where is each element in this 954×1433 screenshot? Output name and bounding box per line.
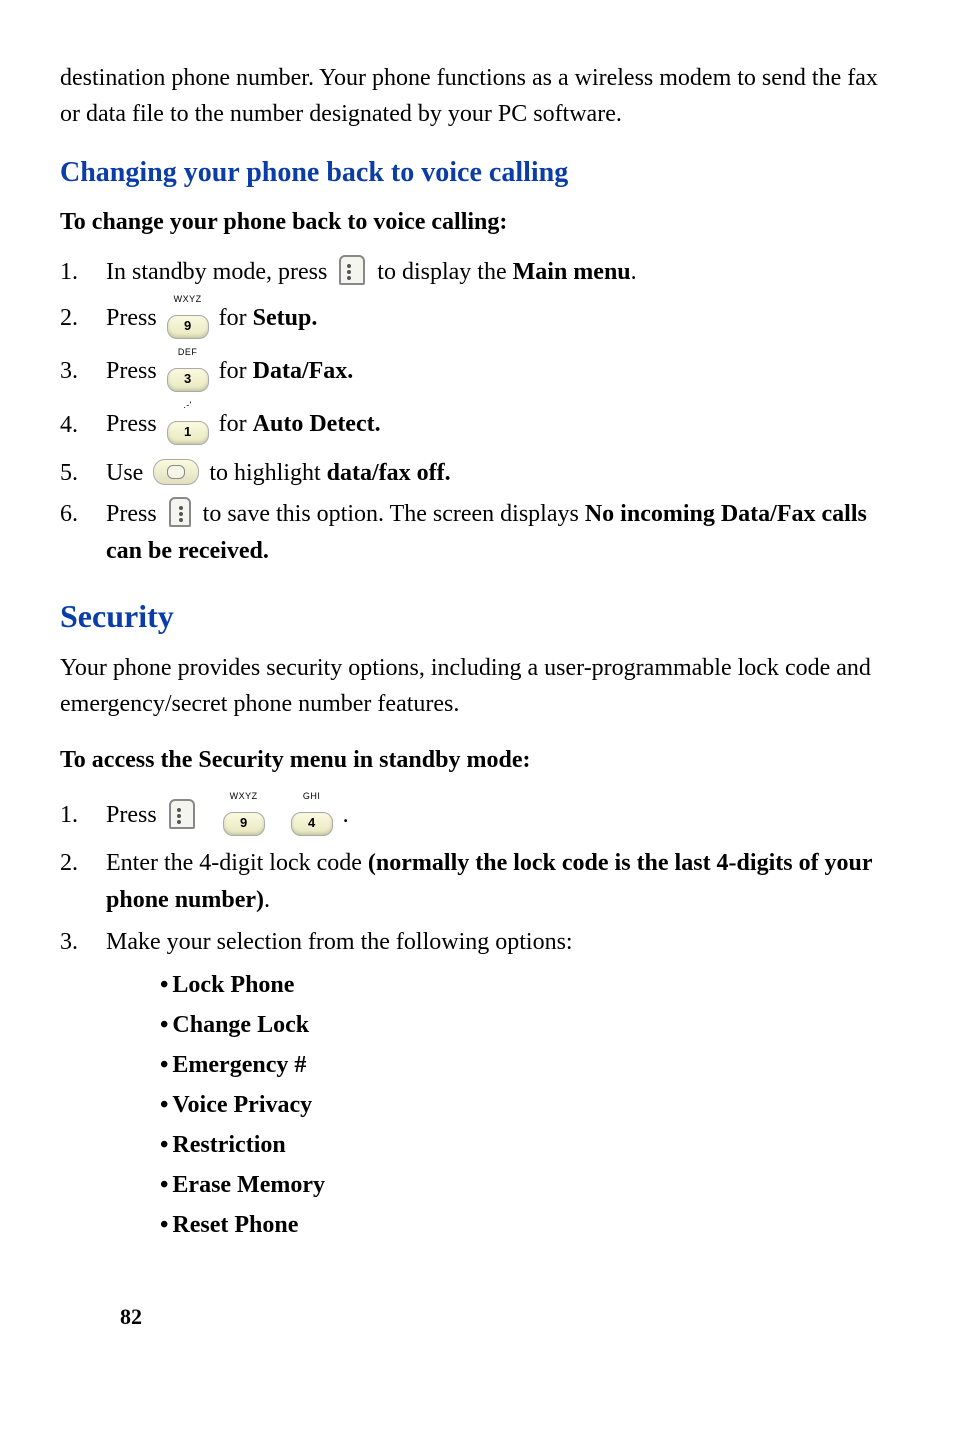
key-label: 1 [167, 421, 209, 445]
step-body: Press WXYZ 9 for Setup. [106, 295, 894, 344]
step-body: Use to highlight data/fax off. [106, 455, 894, 492]
text: Press [106, 501, 163, 527]
step-body: Press DEF 3 for Data/Fax. [106, 348, 894, 397]
sec-step-1: 1. Press WXYZ 9 GHI 4 . [60, 792, 894, 841]
option-change-lock: Change Lock [160, 1007, 894, 1043]
text: Press [106, 412, 163, 438]
bold-text: data/fax off. [327, 460, 451, 486]
step-number: 1. [60, 797, 106, 833]
step-body: Press .-' 1 for Auto Detect. [106, 401, 894, 450]
step-5: 5. Use to highlight data/fax off. [60, 455, 894, 492]
key-superscript: DEF [167, 346, 209, 360]
intro-paragraph: destination phone number. Your phone fun… [60, 60, 894, 132]
text: to highlight [209, 460, 326, 486]
step-body: Press to save this option. The screen di… [106, 496, 894, 570]
key-9-icon: WXYZ 9 [223, 790, 265, 839]
key-label: 9 [223, 812, 265, 836]
text: . [343, 802, 349, 828]
text: Make your selection from the following o… [106, 929, 573, 955]
key-superscript: WXYZ [167, 293, 209, 307]
text: Press [106, 802, 163, 828]
step-number: 4. [60, 407, 106, 443]
bold-text: Data/Fax. [253, 358, 354, 384]
step-3: 3. Press DEF 3 for Data/Fax. [60, 348, 894, 397]
step-body: Press WXYZ 9 GHI 4 . [106, 792, 894, 841]
text: to display the [377, 259, 512, 285]
step-number: 3. [60, 924, 106, 960]
text: Enter the 4-digit lock code [106, 850, 368, 876]
step-4: 4. Press .-' 1 for Auto Detect. [60, 401, 894, 450]
steps-change: 1. In standby mode, press to display the… [60, 254, 894, 570]
step-number: 2. [60, 300, 106, 336]
step-body: In standby mode, press to display the Ma… [106, 254, 894, 291]
text: for [219, 358, 253, 384]
step-number: 5. [60, 455, 106, 491]
sec-step-2: 2. Enter the 4-digit lock code (normally… [60, 845, 894, 919]
heading-security: Security [60, 592, 894, 640]
nav-key-icon [153, 459, 199, 485]
security-paragraph: Your phone provides security options, in… [60, 650, 894, 722]
text: . [264, 887, 270, 913]
menu-key-icon [169, 799, 195, 829]
key-1-icon: .-' 1 [167, 399, 209, 448]
text: Press [106, 358, 163, 384]
key-label: 3 [167, 368, 209, 392]
menu-key-icon [339, 255, 365, 285]
text: for [219, 305, 253, 331]
page-number: 82 [120, 1300, 142, 1333]
key-label: 9 [167, 315, 209, 339]
bold-text: Main menu [513, 259, 631, 285]
key-superscript: WXYZ [223, 790, 265, 804]
key-4-icon: GHI 4 [291, 790, 333, 839]
step-number: 2. [60, 845, 106, 881]
text: . [631, 259, 637, 285]
text: for [219, 412, 253, 438]
text: to save this option. The screen displays [203, 501, 585, 527]
ok-key-icon [169, 497, 191, 527]
step-6: 6. Press to save this option. The screen… [60, 496, 894, 570]
heading-changing-back: Changing your phone back to voice callin… [60, 152, 894, 194]
key-superscript: .-' [167, 399, 209, 413]
step-number: 1. [60, 254, 106, 290]
subheading-to-change: To change your phone back to voice calli… [60, 204, 894, 240]
option-emergency: Emergency # [160, 1047, 894, 1083]
option-reset-phone: Reset Phone [160, 1207, 894, 1243]
key-9-icon: WXYZ 9 [167, 293, 209, 342]
key-3-icon: DEF 3 [167, 346, 209, 395]
option-erase-memory: Erase Memory [160, 1167, 894, 1203]
bold-text: Auto Detect. [253, 412, 381, 438]
steps-security: 1. Press WXYZ 9 GHI 4 . 2. Enter the 4-d… [60, 792, 894, 961]
step-body: Make your selection from the following o… [106, 924, 894, 961]
step-2: 2. Press WXYZ 9 for Setup. [60, 295, 894, 344]
option-restriction: Restriction [160, 1127, 894, 1163]
sec-step-3: 3. Make your selection from the followin… [60, 924, 894, 961]
option-voice-privacy: Voice Privacy [160, 1087, 894, 1123]
key-superscript: GHI [291, 790, 333, 804]
step-number: 6. [60, 496, 106, 532]
key-label: 4 [291, 812, 333, 836]
bold-text: Setup. [253, 305, 318, 331]
security-options-list: Lock Phone Change Lock Emergency # Voice… [160, 967, 894, 1243]
step-1: 1. In standby mode, press to display the… [60, 254, 894, 291]
option-lock-phone: Lock Phone [160, 967, 894, 1003]
text: Use [106, 460, 143, 486]
text: In standby mode, press [106, 259, 333, 285]
step-body: Enter the 4-digit lock code (normally th… [106, 845, 894, 919]
subheading-access-security: To access the Security menu in standby m… [60, 742, 894, 778]
text: Press [106, 305, 163, 331]
step-number: 3. [60, 353, 106, 389]
